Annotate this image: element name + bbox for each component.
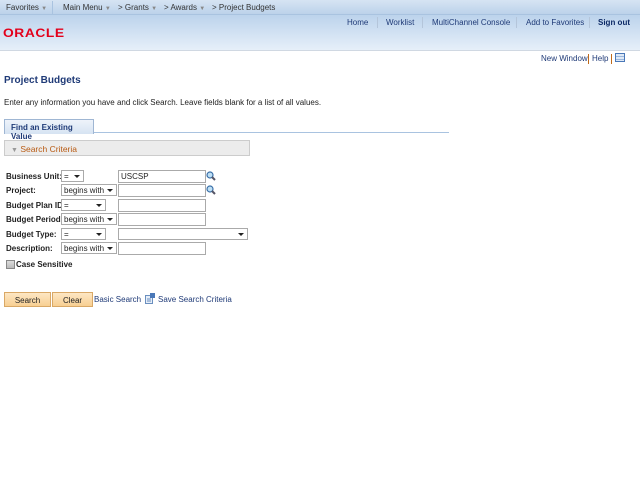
case-sensitive-label: Case Sensitive	[16, 260, 73, 269]
main-menu-label: Main Menu	[63, 3, 103, 12]
home-link[interactable]: Home	[347, 18, 368, 27]
clear-button[interactable]: Clear	[52, 292, 93, 307]
dropdown-icon: ▼	[104, 6, 111, 12]
budget-plan-id-input[interactable]	[118, 199, 206, 212]
basic-search-link[interactable]: Basic Search	[94, 295, 141, 304]
search-button[interactable]: Search	[4, 292, 51, 307]
oracle-logo: ORACLE	[3, 26, 65, 40]
dropdown-icon: ▼	[199, 6, 206, 12]
multichannel-console-link[interactable]: MultiChannel Console	[432, 18, 510, 27]
instructions: Enter any information you have and click…	[4, 98, 322, 107]
description-label: Description:	[6, 244, 53, 253]
tab-underline	[94, 132, 449, 133]
personalize-page-icon[interactable]	[615, 53, 625, 62]
divider	[377, 17, 378, 28]
dropdown-icon: ▼	[41, 6, 48, 12]
lookup-icon[interactable]	[206, 185, 216, 195]
budget-type-operator[interactable]: =	[61, 228, 106, 240]
new-window-link[interactable]: New Window	[541, 54, 588, 63]
budget-type-select[interactable]	[118, 228, 248, 240]
breadcrumb-grants[interactable]: > Grants ▼	[118, 3, 157, 12]
page-title: Project Budgets	[4, 75, 81, 86]
nav-divider	[52, 1, 53, 14]
sign-out-link[interactable]: Sign out	[598, 18, 630, 27]
worklist-link[interactable]: Worklist	[386, 18, 414, 27]
breadcrumb-project-budgets[interactable]: > Project Budgets	[212, 3, 275, 12]
project-operator[interactable]: begins with	[61, 184, 117, 196]
save-search-icon[interactable]	[145, 293, 155, 304]
budget-plan-id-label: Budget Plan ID:	[6, 201, 66, 210]
collapse-triangle-icon: ▼	[11, 147, 18, 154]
divider	[589, 17, 590, 28]
favorites-menu[interactable]: Favorites ▼	[6, 3, 47, 12]
lookup-icon[interactable]	[206, 171, 216, 181]
budget-period-label: Budget Period:	[6, 215, 64, 224]
business-unit-operator[interactable]: =	[61, 170, 84, 182]
budget-type-label: Budget Type:	[6, 230, 57, 239]
crumb-label: Project Budgets	[218, 3, 276, 12]
description-operator[interactable]: begins with	[61, 242, 117, 254]
dropdown-icon: ▼	[151, 6, 158, 12]
business-unit-label: Business Unit:	[6, 172, 63, 181]
main-menu[interactable]: Main Menu ▼	[63, 3, 111, 12]
breadcrumb-awards[interactable]: > Awards ▼	[164, 3, 205, 12]
crumb-label: Awards	[170, 3, 197, 12]
budget-period-operator[interactable]: begins with	[61, 213, 117, 225]
description-input[interactable]	[118, 242, 206, 255]
crumb-label: Grants	[124, 3, 149, 12]
budget-plan-id-operator[interactable]: =	[61, 199, 106, 211]
divider	[588, 54, 589, 64]
project-label: Project:	[6, 186, 36, 195]
section-title: Search Criteria	[20, 144, 77, 154]
help-link[interactable]: Help	[592, 54, 608, 63]
favorites-label: Favorites	[6, 3, 39, 12]
project-input[interactable]	[118, 184, 206, 197]
budget-period-input[interactable]	[118, 213, 206, 226]
search-criteria-header[interactable]: ▼ Search Criteria	[4, 140, 250, 156]
save-search-criteria-link[interactable]: Save Search Criteria	[158, 295, 232, 304]
add-to-favorites-link[interactable]: Add to Favorites	[526, 18, 584, 27]
business-unit-input[interactable]: USCSP	[118, 170, 206, 183]
divider	[516, 17, 517, 28]
divider	[611, 54, 612, 64]
tab-find-existing-value[interactable]: Find an Existing Value	[4, 119, 94, 141]
divider	[422, 17, 423, 28]
case-sensitive-checkbox[interactable]	[6, 260, 15, 269]
